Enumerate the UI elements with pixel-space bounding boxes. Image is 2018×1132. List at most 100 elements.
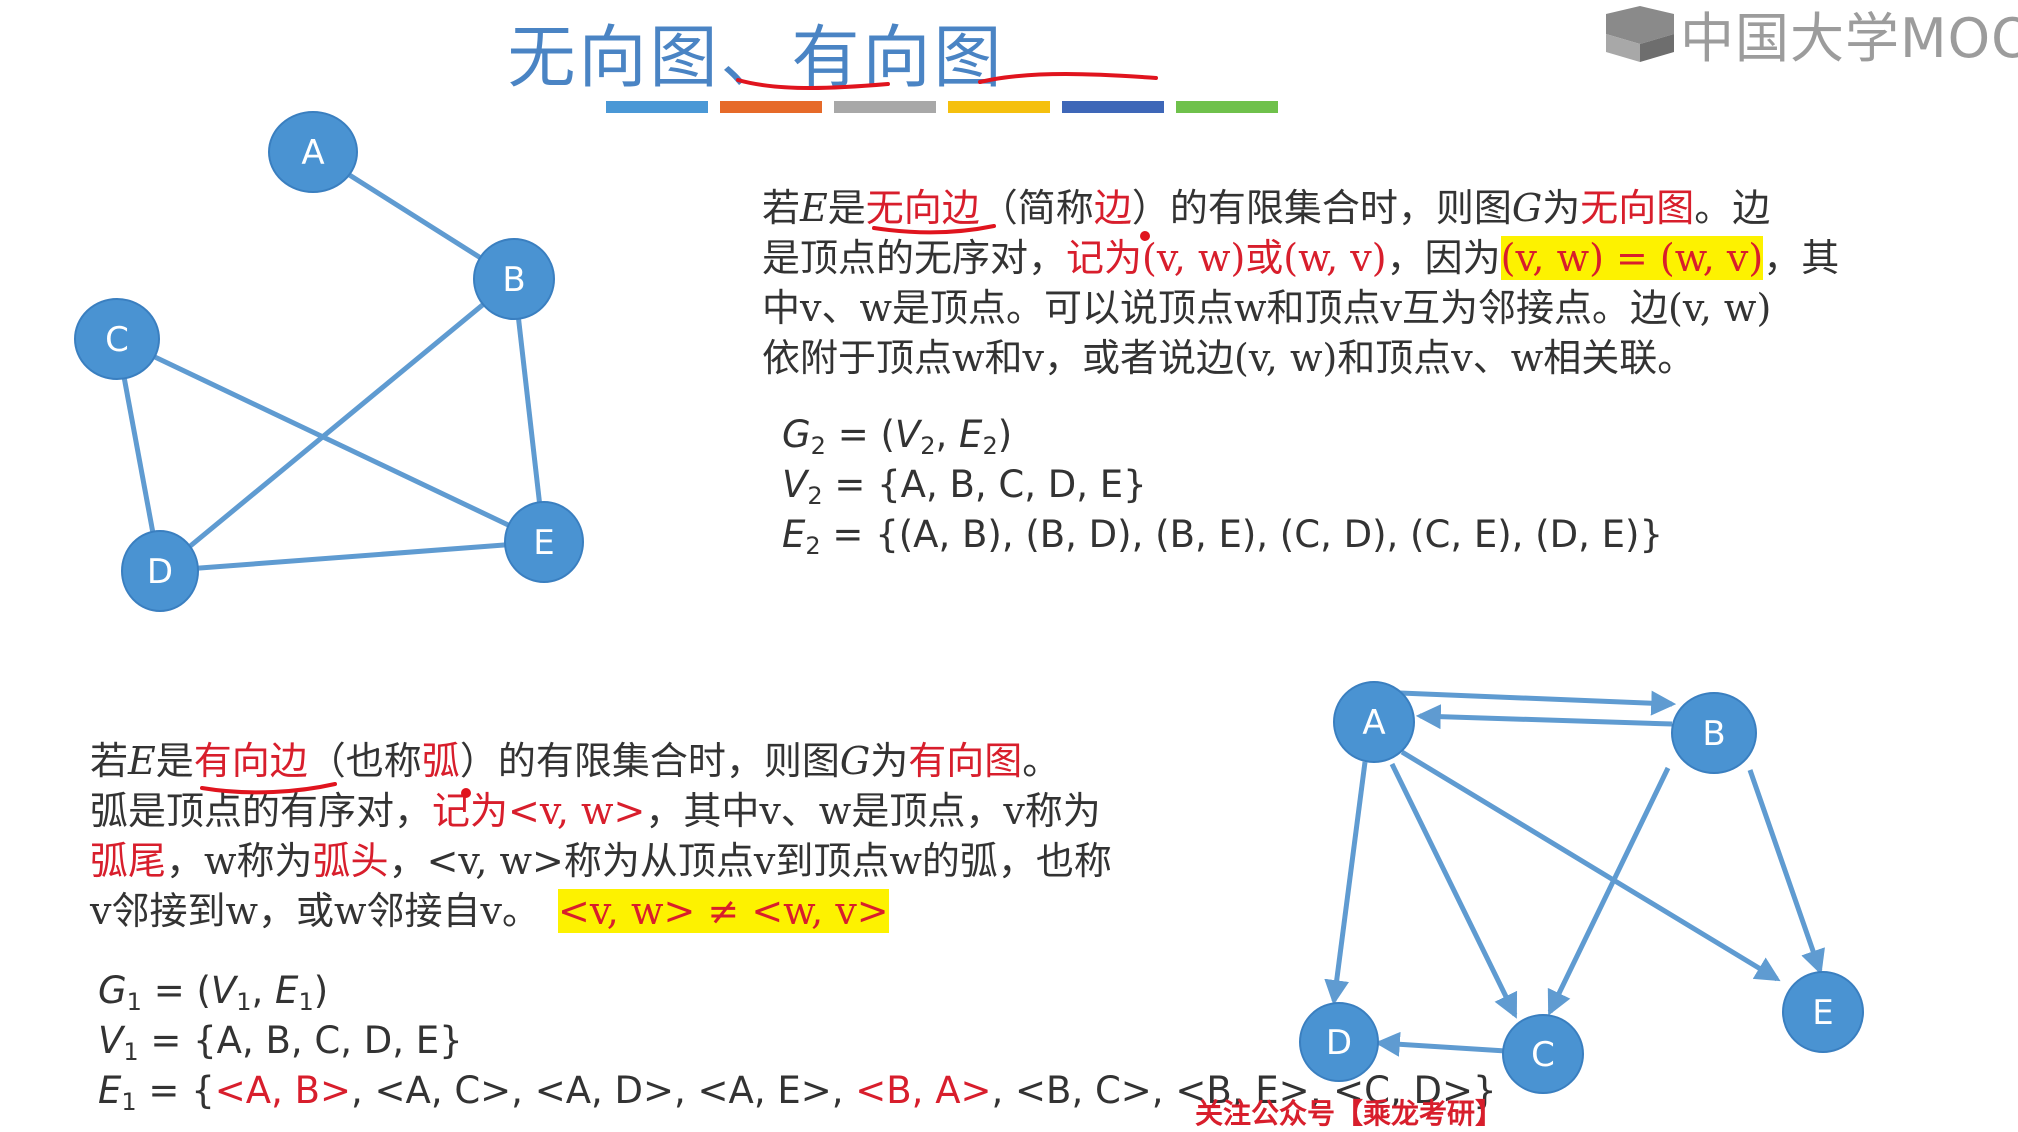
text-segment: 2 [805, 532, 821, 560]
term-arc-head: 弧头 [312, 839, 389, 883]
term-directed-edge: 有向边 [193, 739, 308, 783]
text-segment: （简称 [979, 186, 1094, 230]
text-segment: G [782, 413, 811, 456]
term-directed-graph: 有向图 [908, 739, 1023, 783]
directed-definition: 若E是有向边（也称弧）的有限集合时，则图G为有向图。 弧是顶点的有序对，记为<v… [90, 736, 1112, 936]
vertex-c-label: C [105, 320, 129, 360]
text-segment: 。 [1022, 739, 1061, 783]
edge-d-e [159, 539, 545, 574]
undirected-def-line: 若E是无向边（简称边）的有限集合时，则图G为无向图。边 [762, 183, 1839, 233]
text-segment: , [251, 969, 276, 1012]
text-segment: 是顶点的无序对， [762, 236, 1067, 280]
text-segment: 1 [236, 988, 252, 1016]
color-bar-segment [606, 101, 708, 113]
formula-g2: G2 = (V2, E2) [782, 410, 1663, 460]
vertex-a-label: A [301, 133, 324, 173]
text-segment: ) [313, 969, 329, 1012]
text-segment: 弧是顶点的有序对， [90, 789, 433, 833]
color-bar-segment [948, 101, 1050, 113]
text-segment: 若 [90, 739, 129, 783]
text-segment: ，因为 [1386, 236, 1501, 280]
undirected-formulas: G2 = (V2, E2) V2 = {A, B, C, D, E} E2 = … [782, 410, 1663, 560]
vertex-b-label: B [502, 260, 525, 300]
text-segment: E [98, 1069, 122, 1112]
edge-notation: 记为(v, w)或(w, v) [1066, 236, 1387, 280]
text-segment: 是 [155, 739, 194, 783]
text-segment: 是 [827, 186, 866, 230]
vertex-d-label: D [147, 552, 173, 592]
text-segment: G [1511, 186, 1543, 230]
mooc-logo-text: 中国大学MOOC [1680, 7, 2018, 70]
text-segment: V [210, 969, 237, 1012]
text-segment: , <A, C>, <A, D>, <A, E>, [350, 1069, 856, 1112]
arc-b-c [1547, 766, 1671, 1016]
color-bar-segment [1176, 101, 1278, 113]
text-segment: 若 [762, 186, 801, 230]
text-segment: G [839, 739, 871, 783]
directed-def-line: 弧尾，w称为弧头，<v, w>称为从顶点v到顶点w的弧，也称 [90, 836, 1112, 886]
text-segment: ，其 [1763, 236, 1840, 280]
edge-b-d [158, 277, 516, 573]
text-segment: E [128, 739, 156, 783]
highlighted-inequality: <v, w> ≠ <w, v> [558, 889, 889, 933]
term-arc-tail: 弧尾 [90, 839, 167, 883]
text-segment: ，<v, w>称为从顶点v到顶点w的弧，也称 [388, 839, 1112, 883]
undirected-def-line: 依附于顶点w和v，或者说边(v, w)和顶点v、w相关联。 [762, 336, 1696, 380]
text-segment: = ( [141, 969, 211, 1012]
arc-a-e [1400, 749, 1781, 982]
text-segment: 为 [870, 739, 909, 783]
text-segment: = {A, B, C, D, E} [822, 463, 1147, 506]
text-segment: V [782, 463, 808, 506]
undirected-def-line: 中v、w是顶点。可以说顶点w和顶点v互为邻接点。边(v, w) [762, 286, 1772, 330]
text-segment: = ( [825, 413, 895, 456]
text-segment: , [935, 413, 960, 456]
text-segment: E [800, 186, 828, 230]
undirected-def-line: 是顶点的无序对，记为(v, w)或(w, v)，因为(v, w) = (w, v… [762, 233, 1839, 283]
vertex-e-label: E [533, 523, 554, 563]
text-segment: ，w称为 [166, 839, 313, 883]
term-undirected-edge: 无向边 [865, 186, 980, 230]
title-separator: 、 [720, 19, 792, 98]
text-segment: E [782, 513, 806, 556]
text-segment: ）的有限集合时，则图 [1131, 186, 1512, 230]
arc-ba-highlight: <B, A> [855, 1069, 992, 1112]
title-directed: 有向图 [791, 19, 1005, 98]
mooc-logo: 中国大学MOOC [1600, 0, 2018, 73]
directed-def-line: 若E是有向边（也称弧）的有限集合时，则图G为有向图。 [90, 736, 1112, 786]
wechat-watermark: 关注公众号【乘龙考研】 [1195, 1097, 1504, 1130]
text-segment: G [98, 969, 127, 1012]
text-segment: （也称 [307, 739, 422, 783]
highlighted-equality: (v, w) = (w, v) [1500, 236, 1764, 280]
arc-a-c [1389, 762, 1518, 1019]
text-segment: 2 [920, 432, 936, 460]
directed-def-line: v邻接到w，或w邻接自v。 <v, w> ≠ <w, v> [90, 886, 1112, 936]
text-segment: 2 [807, 482, 823, 510]
text-segment: v邻接到w，或w邻接自v。 [90, 889, 540, 933]
term-undirected-graph: 无向图 [1580, 186, 1695, 230]
undirected-definition: 若E是无向边（简称边）的有限集合时，则图G为无向图。边 是顶点的无序对，记为(v… [762, 183, 1839, 383]
formula-e2: E2 = {(A, B), (B, D), (B, E), (C, D), (C… [782, 510, 1663, 560]
text-segment: E [275, 969, 299, 1012]
directed-graph: A B C D E [1299, 681, 1864, 1094]
vertex-d-label: D [1326, 1023, 1352, 1063]
text-segment: ，其中v、w是顶点，v称为 [645, 789, 1101, 833]
color-bar-segment [1062, 101, 1164, 113]
term-arc: 弧 [421, 739, 460, 783]
arc-notation: 记为<v, w> [432, 789, 646, 833]
text-segment: 1 [123, 1038, 139, 1066]
mooc-logo-icon [1606, 5, 1674, 62]
arc-c-d [1374, 1031, 1507, 1057]
vertex-b-label: B [1702, 714, 1725, 754]
text-segment: ) [997, 413, 1013, 456]
text-segment: 1 [121, 1088, 137, 1116]
text-segment: 。边 [1694, 186, 1771, 230]
formula-v2: V2 = {A, B, C, D, E} [782, 460, 1663, 510]
edge-c-e [115, 336, 546, 545]
vertex-e-label: E [1812, 993, 1833, 1033]
vertex-a-label: A [1362, 703, 1385, 743]
arc-b-e [1747, 769, 1825, 975]
color-bar-segment [834, 101, 936, 113]
vertex-c-label: C [1531, 1035, 1555, 1075]
arc-a-d [1324, 761, 1368, 1006]
text-segment: = {(A, B), (B, D), (B, E), (C, D), (C, E… [820, 513, 1663, 556]
